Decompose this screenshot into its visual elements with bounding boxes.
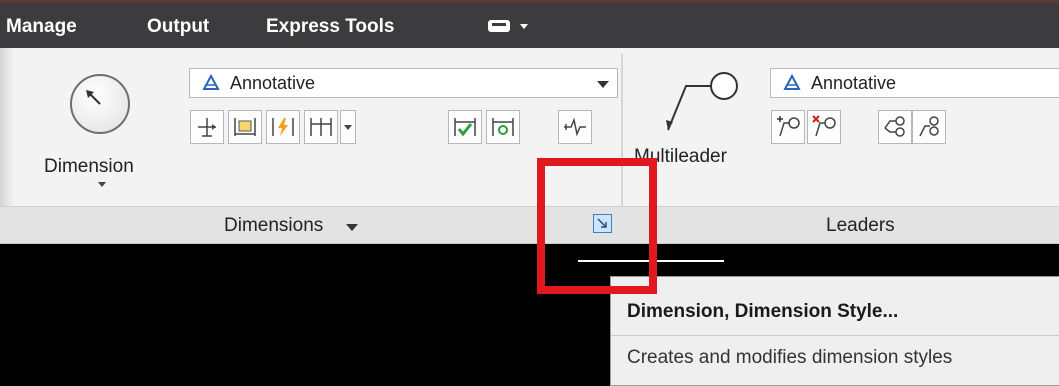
dimension-button-label: Dimension bbox=[44, 156, 134, 177]
ribbon: Dimension Annotative Multileader Annotat… bbox=[0, 48, 1059, 244]
continue-split-arrow[interactable] bbox=[340, 110, 356, 144]
collect-leaders-icon bbox=[919, 116, 939, 137]
continue-icon bbox=[310, 118, 332, 136]
tab-express-tools[interactable]: Express Tools bbox=[266, 16, 394, 38]
update-button[interactable] bbox=[486, 110, 520, 144]
jogged-line-icon bbox=[564, 117, 586, 137]
inspect-button[interactable] bbox=[448, 110, 482, 144]
dimension-icon bbox=[70, 74, 130, 134]
highlight-annotation bbox=[537, 158, 657, 294]
dropdown-arrow-icon bbox=[597, 81, 609, 88]
ribbon-minimize-button[interactable] bbox=[486, 16, 546, 36]
linear-tool-icon bbox=[198, 118, 216, 137]
continue-button[interactable] bbox=[304, 110, 338, 144]
dim-text-icon bbox=[234, 118, 256, 136]
tab-manage[interactable]: Manage bbox=[6, 16, 77, 38]
title-bar-edge bbox=[0, 0, 1059, 3]
dimension-style-value: Annotative bbox=[230, 73, 316, 93]
chevron-down-icon bbox=[98, 182, 106, 187]
inspect-icon bbox=[454, 118, 476, 137]
tooltip-title: Dimension, Dimension Style... bbox=[627, 301, 899, 322]
dimension-button[interactable]: Dimension bbox=[36, 60, 176, 192]
align-leaders-icon bbox=[884, 116, 905, 137]
ribbon-tab-bar: Manage Output Express Tools bbox=[0, 0, 1059, 48]
break-button[interactable] bbox=[266, 110, 300, 144]
chevron-down-icon[interactable] bbox=[346, 224, 358, 231]
ribbon-edge-shadow bbox=[0, 48, 14, 208]
multileader-icon bbox=[666, 72, 738, 131]
multileader-style-dropdown[interactable]: Annotative bbox=[770, 68, 1059, 98]
break-icon bbox=[272, 118, 294, 136]
dim-text-button[interactable] bbox=[228, 110, 262, 144]
panel-title-bar bbox=[0, 206, 1059, 243]
jogged-line-button[interactable] bbox=[558, 110, 592, 144]
remove-leader-icon bbox=[812, 115, 836, 137]
tab-output[interactable]: Output bbox=[147, 16, 209, 38]
update-icon bbox=[492, 118, 514, 136]
annotative-icon bbox=[783, 74, 801, 90]
multileader-style-value: Annotative bbox=[811, 73, 897, 93]
dimensions-panel-label[interactable]: Dimensions bbox=[224, 215, 323, 237]
add-leader-button[interactable] bbox=[771, 110, 805, 144]
panel-toggle-icon bbox=[488, 20, 510, 32]
annotative-icon bbox=[202, 74, 220, 90]
add-leader-icon bbox=[777, 116, 800, 137]
tooltip-divider bbox=[611, 335, 1059, 336]
tooltip: Dimension, Dimension Style... Creates an… bbox=[610, 276, 1059, 386]
linear-tool-button[interactable] bbox=[190, 110, 224, 144]
collect-leaders-button[interactable] bbox=[912, 110, 946, 144]
dimension-style-dropdown[interactable]: Annotative bbox=[189, 68, 618, 98]
align-leaders-button[interactable] bbox=[878, 110, 912, 144]
remove-leader-button[interactable] bbox=[807, 110, 841, 144]
leaders-panel-label[interactable]: Leaders bbox=[826, 215, 895, 237]
tooltip-description: Creates and modifies dimension styles bbox=[627, 347, 953, 368]
chevron-down-icon bbox=[520, 24, 528, 29]
